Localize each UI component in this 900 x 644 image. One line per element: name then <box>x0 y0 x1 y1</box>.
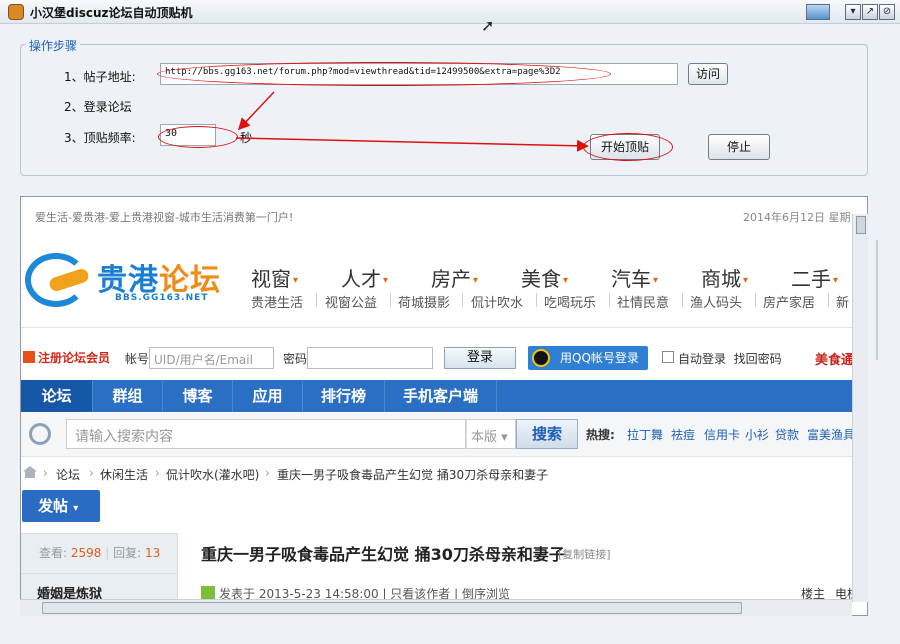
breadcrumb-sep: › <box>43 466 48 480</box>
nav-main-0[interactable]: 视窗 ▾ <box>251 263 298 292</box>
nav-sep <box>316 293 317 307</box>
nav-main-6[interactable]: 二手 ▾ <box>791 263 838 292</box>
nav-main-4[interactable]: 汽车 ▾ <box>611 263 658 292</box>
site-date: 2014年6月12日 星期 <box>743 211 851 224</box>
account-label: 帐号 <box>125 352 150 366</box>
tab-ranking[interactable]: 排行榜 <box>303 380 385 412</box>
nav-sep <box>536 293 537 307</box>
breadcrumb-sep: › <box>89 466 94 480</box>
hot-search-label: 热搜: <box>586 428 615 442</box>
nav-main-5[interactable]: 商城 ▾ <box>701 263 748 292</box>
nav-main-3[interactable]: 美食 ▾ <box>521 263 568 292</box>
post-button[interactable]: 发帖 ▾ <box>22 490 100 522</box>
column-divider <box>177 533 178 605</box>
arrow-url-to-interval <box>237 91 275 131</box>
hot-link[interactable]: 小衫 <box>745 426 769 443</box>
nav-main-1[interactable]: 人才 ▾ <box>341 263 388 292</box>
auto-login-label: 自动登录 找回密码 <box>678 352 782 366</box>
home-icon[interactable] <box>23 466 37 478</box>
thread-stats: 查看: 2598 | 回复: 13 <box>39 546 161 560</box>
hot-link[interactable]: 贷款 <box>775 426 799 443</box>
tab-mobile-client[interactable]: 手机客户端 <box>385 380 497 412</box>
hot-link[interactable]: 富美渔具 <box>807 426 855 443</box>
tab-blog[interactable]: 博客 <box>163 380 233 412</box>
copy-link[interactable]: [复制链接] <box>558 546 611 562</box>
breadcrumb-current: 重庆一男子吸食毒品产生幻觉 捅30刀杀母亲和妻子 <box>277 468 549 482</box>
nav-sub-8[interactable]: 新 <box>836 292 849 311</box>
nav-main-2[interactable]: 房产 ▾ <box>431 263 478 292</box>
food-link[interactable]: 美食通 <box>815 349 854 368</box>
tab-apps[interactable]: 应用 <box>233 380 303 412</box>
tab-groups[interactable]: 群组 <box>93 380 163 412</box>
qq-icon <box>532 349 550 367</box>
register-icon <box>23 351 35 363</box>
arrow-interval-to-start <box>235 137 589 152</box>
breadcrumb-sep: › <box>155 466 160 480</box>
nav-sep <box>390 293 391 307</box>
vertical-scrollbar[interactable] <box>852 214 868 602</box>
qq-login-button[interactable]: 用QQ帐号登录 <box>528 346 648 370</box>
nav-sub-5[interactable]: 社情民意 <box>617 292 669 311</box>
search-button[interactable]: 搜索 <box>516 419 578 449</box>
hot-link[interactable]: 拉丁舞 <box>627 426 663 443</box>
auto-login-checkbox[interactable] <box>662 351 674 363</box>
nav-sub-0[interactable]: 贵港生活 <box>251 292 303 311</box>
breadcrumb-item[interactable]: 论坛 <box>56 466 80 483</box>
horizontal-scroll-thumb[interactable] <box>42 602 742 614</box>
logo-url: BBS.GG163.NET <box>115 293 209 303</box>
nav-sub-4[interactable]: 吃喝玩乐 <box>544 292 596 311</box>
search-input[interactable]: 请输入搜索内容 <box>66 419 466 449</box>
nav-sub-2[interactable]: 荷城摄影 <box>398 292 450 311</box>
thread-title: 重庆一男子吸食毒品产生幻觉 捅30刀杀母亲和妻子 <box>201 545 565 564</box>
nav-sep <box>828 293 829 307</box>
vertical-scroll-thumb[interactable] <box>856 216 866 234</box>
breadcrumb-item[interactable]: 休闲生活 <box>100 466 148 483</box>
account-input[interactable]: UID/用户名/Email <box>149 347 274 369</box>
site-slogan: 爱生活-爱贵港-爱上贵港视窗-城市生活消费第一门户! <box>35 211 294 224</box>
login-button[interactable]: 登录 <box>444 347 516 369</box>
nav-sub-3[interactable]: 侃计吹水 <box>471 292 523 311</box>
nav-sep <box>462 293 463 307</box>
nav-sep <box>755 293 756 307</box>
annotation-arrows <box>235 91 589 152</box>
nav-sub-1[interactable]: 视窗公益 <box>325 292 377 311</box>
breadcrumb-item[interactable]: 侃计吹水(灌水吧) <box>166 466 259 483</box>
search-icon <box>29 423 51 445</box>
breadcrumb-sep: › <box>265 466 270 480</box>
password-input[interactable] <box>307 347 433 369</box>
nav-sep <box>609 293 610 307</box>
horizontal-scrollbar[interactable] <box>20 599 852 616</box>
window-edge <box>876 240 884 360</box>
hot-link[interactable]: 祛痘 <box>671 426 695 443</box>
browser-view[interactable]: 爱生活-爱贵港-爱上贵港视窗-城市生活消费第一门户! 2014年6月12日 星期… <box>20 196 868 616</box>
hot-link[interactable]: 信用卡 <box>704 426 740 443</box>
main-tabs: 论坛 群组 博客 应用 排行榜 手机客户端 <box>21 380 867 412</box>
nav-sub-7[interactable]: 房产家居 <box>763 292 815 311</box>
register-link[interactable]: 注册论坛会员 <box>23 349 110 366</box>
nav-sub-6[interactable]: 渔人码头 <box>690 292 742 311</box>
tab-forum[interactable]: 论坛 <box>21 380 93 412</box>
forgot-password-link[interactable]: 找回密码 <box>734 352 782 366</box>
nav-sep <box>682 293 683 307</box>
site-logo[interactable]: 贵港论坛 BBS.GG163.NET <box>25 249 225 309</box>
password-label: 密码 <box>283 352 308 366</box>
post-online-icon <box>201 586 215 600</box>
search-scope-select[interactable]: 本版 ▾ <box>466 419 516 449</box>
